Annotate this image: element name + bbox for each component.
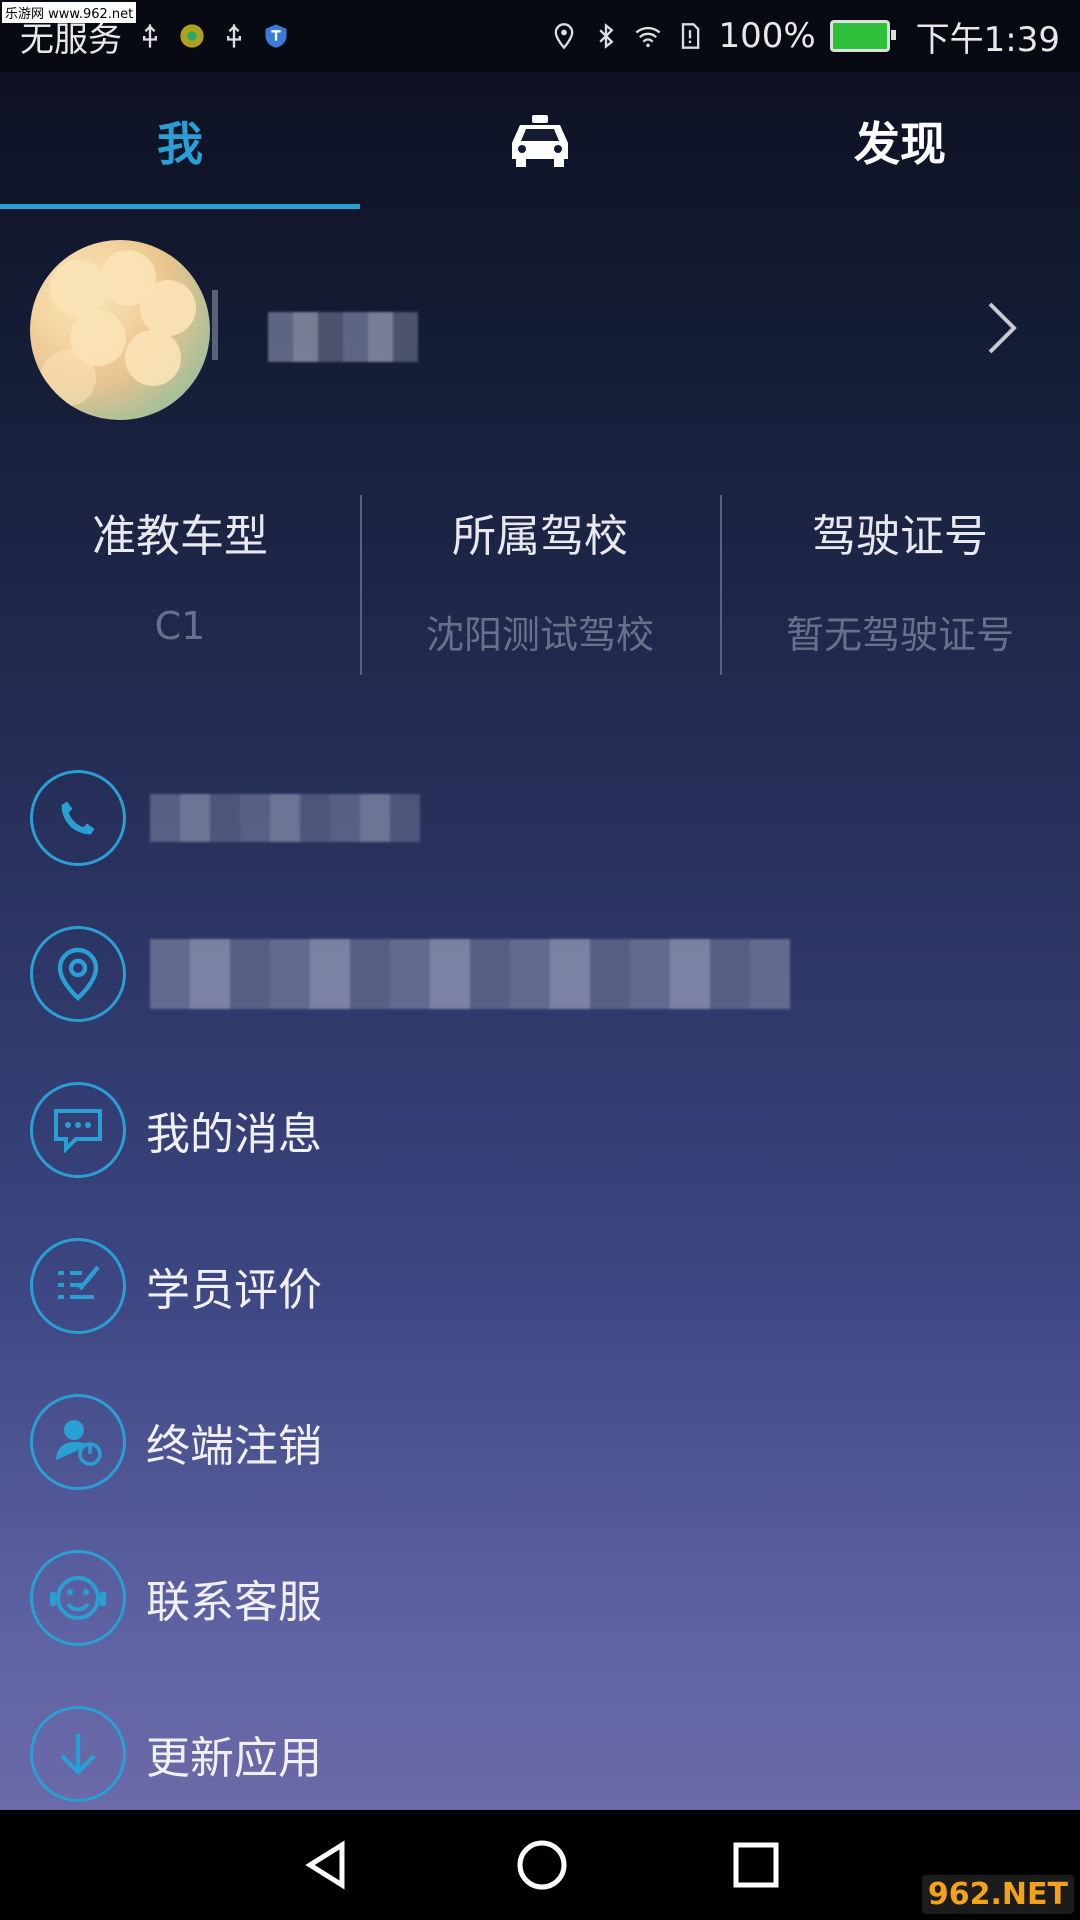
tab-car[interactable] bbox=[360, 72, 720, 210]
location-icon bbox=[30, 926, 126, 1022]
user-name-redacted bbox=[268, 312, 418, 362]
tab-discover[interactable]: 发现 bbox=[720, 72, 1080, 210]
list-item-phone[interactable] bbox=[30, 740, 1050, 896]
recents-icon[interactable] bbox=[730, 1839, 782, 1891]
usb-icon bbox=[227, 24, 241, 48]
status-bar: 无服务 100% 下午1:39 bbox=[0, 0, 1080, 72]
address-redacted bbox=[150, 939, 790, 1009]
list-item-messages[interactable]: 我的消息 bbox=[30, 1052, 1050, 1208]
tab-indicator bbox=[0, 204, 360, 209]
battery-percent: 100% bbox=[718, 16, 816, 56]
menu-label: 学员评价 bbox=[146, 1265, 322, 1316]
message-icon bbox=[30, 1082, 126, 1178]
info-title: 准教车型 bbox=[92, 511, 268, 562]
menu-list: 我的消息 学员评价 终端注销 联系客服 更新应用 bbox=[30, 740, 1050, 1832]
review-icon bbox=[30, 1238, 126, 1334]
list-item-customer-service[interactable]: 联系客服 bbox=[30, 1520, 1050, 1676]
location-status-icon bbox=[555, 23, 574, 50]
list-item-logout[interactable]: 终端注销 bbox=[30, 1364, 1050, 1520]
tab-me[interactable]: 我 bbox=[0, 72, 360, 210]
sim-alert-icon bbox=[682, 23, 700, 49]
list-item-reviews[interactable]: 学员评价 bbox=[30, 1208, 1050, 1364]
phone-number-redacted bbox=[150, 794, 420, 842]
download-icon bbox=[30, 1706, 126, 1802]
usb-icon bbox=[143, 24, 157, 48]
info-vehicle-type: 准教车型 C1 bbox=[0, 490, 360, 680]
menu-label: 我的消息 bbox=[146, 1109, 322, 1160]
menu-label: 终端注销 bbox=[146, 1421, 322, 1472]
info-title: 驾驶证号 bbox=[812, 511, 988, 562]
shield-icon bbox=[265, 24, 287, 48]
bluetooth-icon bbox=[599, 23, 615, 49]
back-icon[interactable] bbox=[298, 1837, 354, 1893]
battery-icon bbox=[829, 20, 896, 52]
watermark-logo: 962.NET bbox=[921, 1875, 1074, 1914]
menu-label: 联系客服 bbox=[146, 1577, 322, 1628]
profile-row[interactable] bbox=[30, 240, 1050, 420]
customer-service-icon bbox=[30, 1550, 126, 1646]
top-tabs: 我 发现 bbox=[0, 72, 1080, 210]
car-icon bbox=[512, 115, 568, 167]
logout-user-icon bbox=[30, 1394, 126, 1490]
phone-icon bbox=[30, 770, 126, 866]
name-divider bbox=[212, 290, 218, 360]
list-item-update[interactable]: 更新应用 bbox=[30, 1676, 1050, 1832]
info-license-number: 驾驶证号 暂无驾驶证号 bbox=[720, 490, 1080, 680]
wifi-icon bbox=[635, 26, 661, 48]
info-title: 所属驾校 bbox=[452, 511, 628, 562]
menu-label: 更新应用 bbox=[146, 1733, 322, 1784]
info-driving-school: 所属驾校 沈阳测试驾校 bbox=[360, 490, 720, 680]
clock: 下午1:39 bbox=[915, 19, 1060, 60]
info-value: 暂无驾驶证号 bbox=[785, 613, 1014, 657]
app-notification-icon bbox=[180, 24, 204, 48]
info-columns: 准教车型 C1 所属驾校 沈阳测试驾校 驾驶证号 暂无驾驶证号 bbox=[0, 490, 1080, 680]
app-screen: 无服务 100% 下午1:39 乐游网 www.962.net 我 发现 准教车… bbox=[0, 0, 1080, 1810]
info-value: 沈阳测试驾校 bbox=[425, 613, 654, 657]
system-nav-bar bbox=[0, 1810, 1080, 1920]
info-value: C1 bbox=[154, 604, 206, 648]
watermark: 乐游网 www.962.net bbox=[2, 2, 137, 23]
home-icon[interactable] bbox=[514, 1837, 570, 1893]
avatar[interactable] bbox=[30, 240, 210, 420]
chevron-right-icon[interactable] bbox=[984, 300, 1020, 371]
list-item-address[interactable] bbox=[30, 896, 1050, 1052]
